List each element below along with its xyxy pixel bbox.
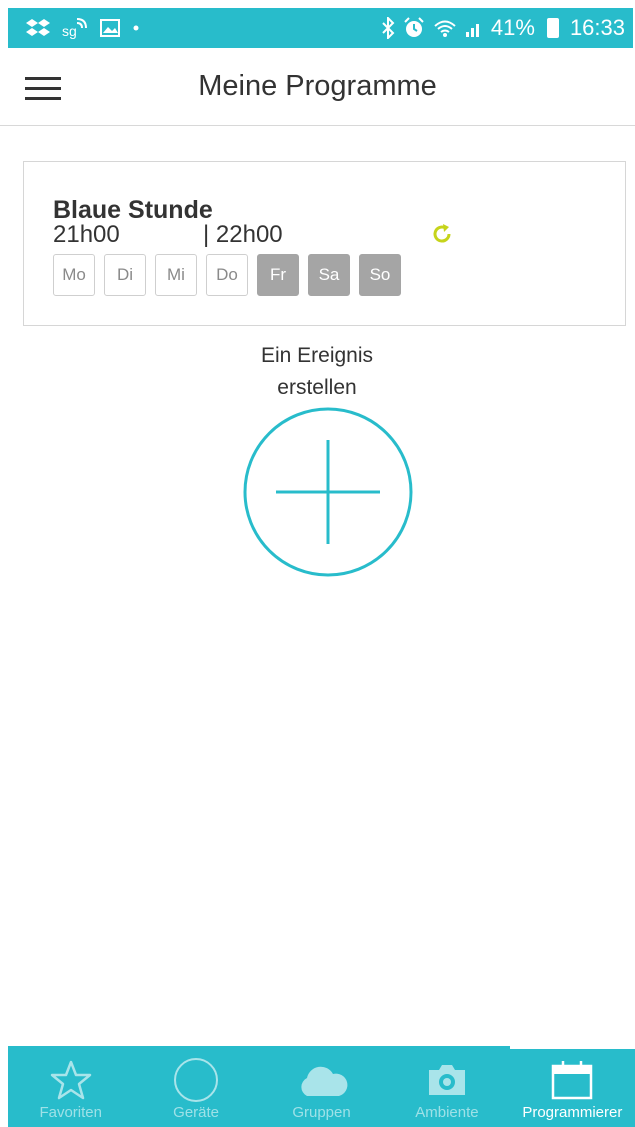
battery-percent: 41%	[490, 15, 535, 40]
weekday-selector: Mo Di Mi Do Fr Sa So	[53, 254, 401, 296]
program-card[interactable]: Blaue Stunde 21h00 | 22h00 Mo Di Mi Do F…	[23, 161, 626, 326]
image-icon	[100, 19, 120, 37]
bluetooth-icon	[382, 17, 395, 39]
dot-icon	[133, 25, 139, 31]
bottom-navigation: Favoriten Geräte Gruppen Ambiente Progra…	[8, 1046, 635, 1127]
program-start-time: 21h00	[53, 221, 120, 248]
day-fr[interactable]: Fr	[257, 254, 299, 296]
nav-label-favoriten: Favoriten	[39, 1104, 102, 1121]
status-bar: sg 41% 16:33	[8, 8, 633, 48]
day-sa[interactable]: Sa	[308, 254, 350, 296]
app-header: Meine Programme	[0, 48, 635, 126]
alarm-icon	[404, 17, 424, 37]
status-time: 16:33	[569, 15, 625, 40]
battery-icon	[546, 18, 559, 38]
svg-text:sg: sg	[62, 23, 77, 39]
program-end-time: | 22h00	[203, 221, 283, 248]
add-event-label: Ein Ereignis erstellen	[217, 340, 417, 404]
star-icon	[50, 1060, 91, 1100]
page-title: Meine Programme	[198, 70, 437, 102]
add-event-label-line2: erstellen	[277, 376, 357, 399]
nav-geraete[interactable]: Geräte	[133, 1046, 258, 1127]
signal-icon	[465, 24, 479, 37]
app-screen: sg 41% 16:33 Meine Programme Blaue Stund…	[0, 0, 635, 1127]
sync-icon: sg	[62, 18, 87, 39]
add-event-label-line1: Ein Ereignis	[260, 344, 374, 367]
repeat-icon[interactable]	[430, 222, 454, 246]
day-mi[interactable]: Mi	[155, 254, 197, 296]
nav-favoriten[interactable]: Favoriten	[8, 1046, 133, 1127]
nav-label-programmierer: Programmierer	[522, 1104, 623, 1121]
day-do[interactable]: Do	[206, 254, 248, 296]
nav-label-gruppen: Gruppen	[292, 1104, 351, 1121]
nav-ambiente[interactable]: Ambiente	[384, 1046, 509, 1127]
add-event-button[interactable]	[242, 406, 414, 578]
nav-label-geraete: Geräte	[173, 1104, 220, 1121]
circle-icon	[174, 1058, 219, 1102]
wifi-icon	[434, 20, 456, 37]
nav-label-ambiente: Ambiente	[415, 1104, 479, 1121]
nav-gruppen[interactable]: Gruppen	[259, 1046, 384, 1127]
camera-icon	[428, 1065, 465, 1095]
nav-programmierer[interactable]: Programmierer	[509, 1046, 635, 1127]
day-mo[interactable]: Mo	[53, 254, 95, 296]
calendar-icon	[552, 1061, 593, 1100]
cloud-icon	[300, 1066, 347, 1096]
day-so[interactable]: So	[359, 254, 401, 296]
day-di[interactable]: Di	[104, 254, 146, 296]
dropbox-icon	[26, 19, 50, 36]
